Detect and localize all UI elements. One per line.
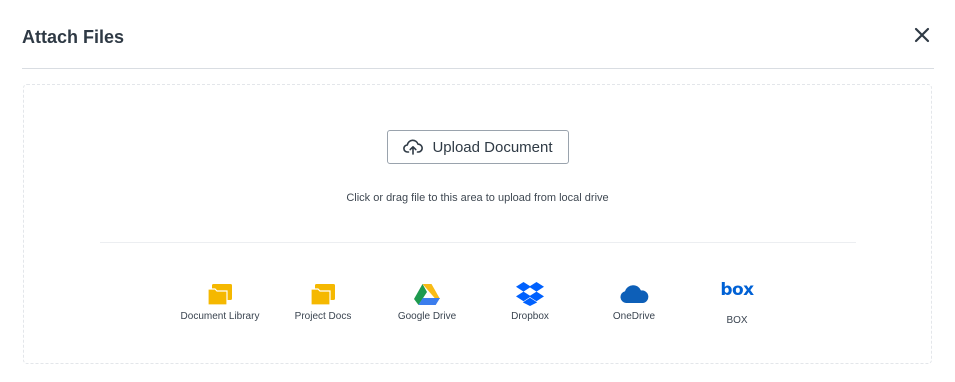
dropbox-icon (516, 281, 544, 311)
source-onedrive[interactable]: OneDrive (579, 282, 689, 322)
upload-hint-text: Click or drag file to this area to uploa… (346, 192, 609, 204)
google-drive-icon (414, 283, 440, 310)
source-label: OneDrive (612, 311, 656, 322)
upload-dropzone[interactable]: Upload Document Click or drag file to th… (23, 84, 932, 364)
folder-icon (206, 281, 234, 312)
close-icon[interactable] (914, 27, 930, 43)
dialog-header: Attach Files (22, 0, 934, 69)
folder-icon (309, 281, 337, 312)
upload-button-label: Upload Document (432, 138, 553, 156)
source-project-docs[interactable]: Project Docs (268, 282, 378, 322)
dialog-title: Attach Files (22, 27, 125, 47)
source-label: Document Library (180, 311, 260, 322)
source-dropbox[interactable]: Dropbox (475, 281, 585, 322)
source-document-library[interactable]: Document Library (165, 282, 275, 322)
onedrive-icon (619, 284, 649, 309)
source-label: Project Docs (294, 311, 352, 322)
source-label: BOX (726, 315, 748, 326)
source-label: Google Drive (397, 311, 457, 322)
source-label: Dropbox (511, 311, 549, 322)
upload-document-button[interactable]: Upload Document (387, 130, 569, 164)
box-icon: box (720, 280, 754, 300)
divider (100, 242, 856, 243)
source-google-drive[interactable]: Google Drive (372, 282, 482, 322)
cloud-upload-icon (403, 139, 424, 155)
source-box[interactable]: box BOX (682, 280, 792, 327)
